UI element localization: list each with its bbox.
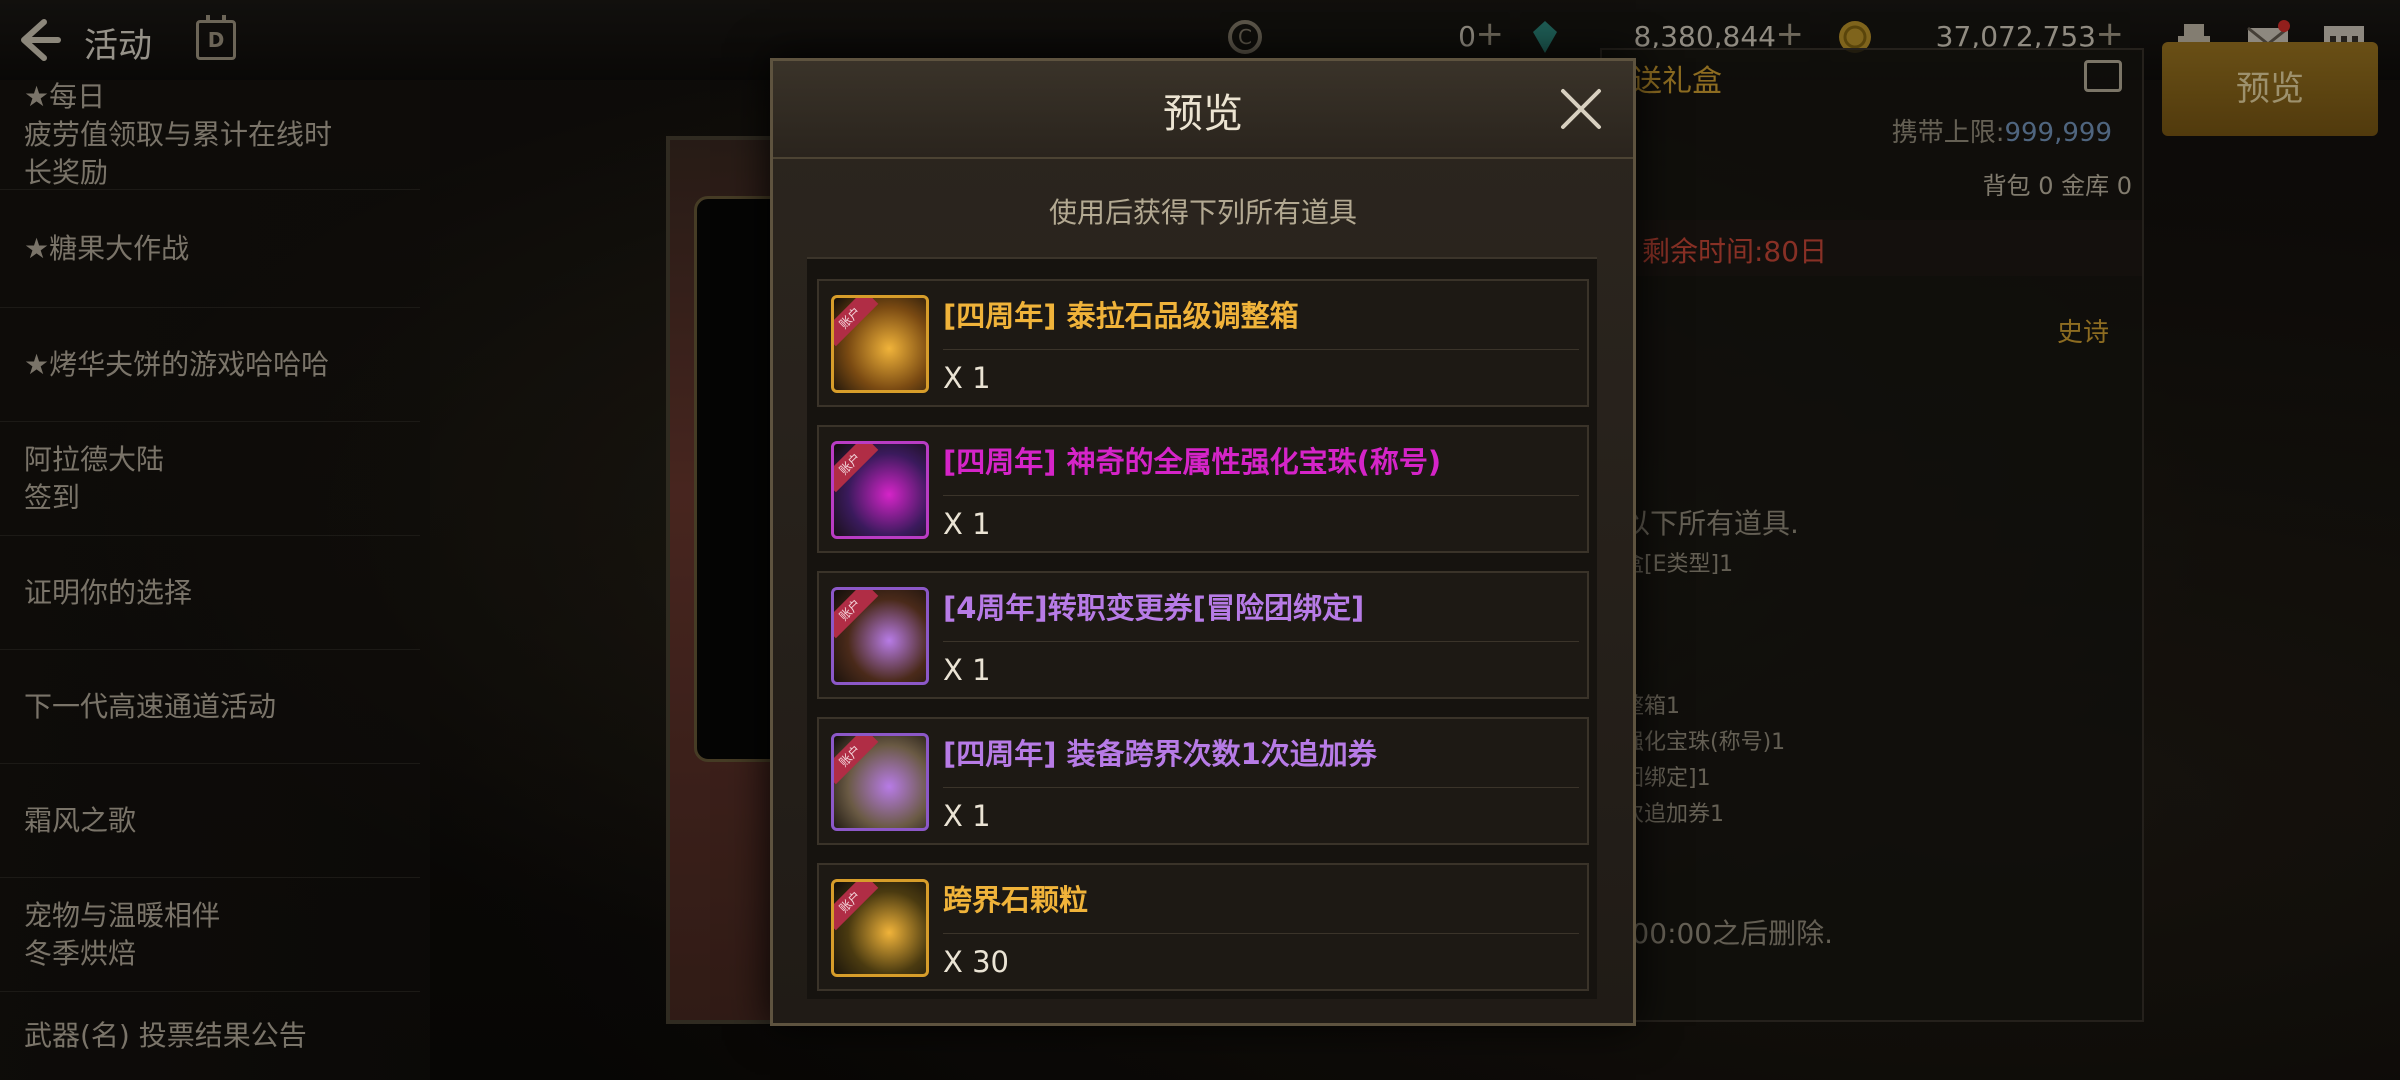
item-name: 跨界石颗粒 bbox=[943, 883, 1089, 917]
item-quantity: X 1 bbox=[943, 507, 991, 541]
modal-header: 预览 bbox=[773, 61, 1633, 159]
preview-modal: 预览 使用后获得下列所有道具 账户 [四周年] 泰拉石品级调整箱 X 1 账户 … bbox=[770, 58, 1636, 1026]
rating-box-icon: 账户 bbox=[831, 295, 929, 393]
account-ribbon: 账户 bbox=[834, 590, 879, 639]
class-change-ticket-icon: 账户 bbox=[831, 587, 929, 685]
account-ribbon: 账户 bbox=[834, 882, 879, 931]
ring-orb-icon: 账户 bbox=[831, 441, 929, 539]
item-quantity: X 30 bbox=[943, 945, 1009, 979]
item-quantity: X 1 bbox=[943, 799, 991, 833]
item-quantity: X 1 bbox=[943, 361, 991, 395]
divider bbox=[943, 641, 1579, 642]
item-name: [四周年] 神奇的全属性强化宝珠(称号) bbox=[943, 445, 1442, 479]
divider bbox=[943, 787, 1579, 788]
modal-title: 预览 bbox=[1163, 91, 1243, 137]
reward-item[interactable]: 账户 [四周年] 神奇的全属性强化宝珠(称号) X 1 bbox=[817, 425, 1589, 553]
item-quantity: X 1 bbox=[943, 653, 991, 687]
account-ribbon: 账户 bbox=[834, 444, 879, 493]
item-name: [四周年] 泰拉石品级调整箱 bbox=[943, 299, 1299, 333]
divider bbox=[943, 495, 1579, 496]
reward-item-list[interactable]: 账户 [四周年] 泰拉石品级调整箱 X 1 账户 [四周年] 神奇的全属性强化宝… bbox=[807, 257, 1597, 999]
modal-subtitle: 使用后获得下列所有道具 bbox=[1048, 196, 1357, 229]
close-icon[interactable] bbox=[1555, 83, 1607, 135]
reward-item[interactable]: 账户 [四周年] 泰拉石品级调整箱 X 1 bbox=[817, 279, 1589, 407]
reward-item[interactable]: 账户 [四周年] 装备跨界次数1次追加券 X 1 bbox=[817, 717, 1589, 845]
item-name: [4周年]转职变更券[冒险团绑定] bbox=[943, 591, 1365, 625]
sparkle-particle-icon: 账户 bbox=[831, 879, 929, 977]
divider bbox=[943, 933, 1579, 934]
scroll-ticket-icon: 账户 bbox=[831, 733, 929, 831]
divider bbox=[943, 349, 1579, 350]
account-ribbon: 账户 bbox=[834, 298, 879, 347]
account-ribbon: 账户 bbox=[834, 736, 879, 785]
reward-item[interactable]: 账户 跨界石颗粒 X 30 bbox=[817, 863, 1589, 991]
item-name: [四周年] 装备跨界次数1次追加券 bbox=[943, 737, 1377, 771]
reward-item[interactable]: 账户 [4周年]转职变更券[冒险团绑定] X 1 bbox=[817, 571, 1589, 699]
